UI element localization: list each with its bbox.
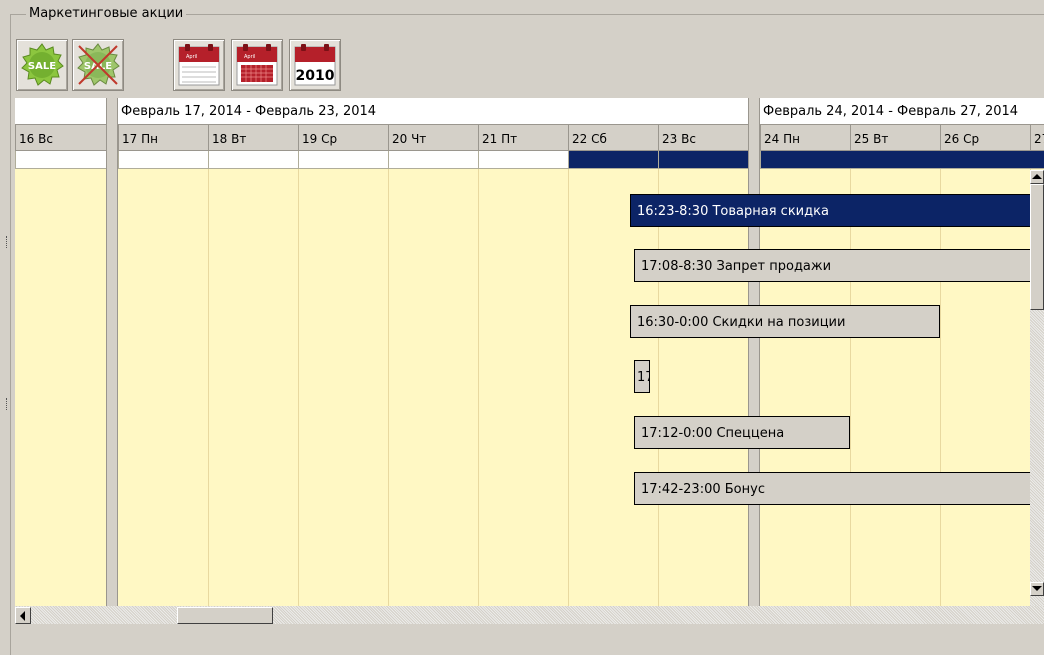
scroll-down-button[interactable] bbox=[1030, 582, 1044, 596]
column-divider bbox=[658, 169, 659, 624]
svg-text:SALE: SALE bbox=[28, 61, 56, 72]
event-item[interactable]: 17:12-0:00 Спеццена bbox=[634, 416, 850, 449]
all-day-cell[interactable] bbox=[118, 151, 208, 169]
all-day-cell[interactable] bbox=[15, 151, 106, 169]
svg-text:April: April bbox=[186, 54, 197, 60]
day-header[interactable]: 16 Вс bbox=[15, 124, 106, 151]
all-day-cell[interactable] bbox=[760, 151, 1044, 169]
day-header[interactable]: 19 Ср bbox=[298, 124, 388, 151]
svg-text:2010: 2010 bbox=[296, 68, 335, 84]
column-divider bbox=[478, 169, 479, 624]
day-header[interactable]: 21 Пт bbox=[478, 124, 568, 151]
week-separator bbox=[106, 98, 118, 624]
day-header[interactable]: 27 Чт bbox=[1030, 124, 1044, 151]
all-day-cell[interactable] bbox=[658, 151, 748, 169]
day-header[interactable]: 24 Пн bbox=[760, 124, 850, 151]
group-title: Маркетинговые акции bbox=[26, 6, 187, 22]
all-day-cell[interactable] bbox=[478, 151, 568, 169]
column-divider bbox=[208, 169, 209, 624]
calendar-day-icon: April bbox=[178, 44, 220, 86]
all-day-cell[interactable] bbox=[298, 151, 388, 169]
svg-text:April: April bbox=[244, 54, 255, 60]
week-header: Февраль 24, 2014 - Февраль 27, 2014 bbox=[760, 98, 1044, 124]
svg-text:SALE: SALE bbox=[84, 61, 112, 72]
column-divider bbox=[298, 169, 299, 624]
day-header[interactable]: 25 Вт bbox=[850, 124, 940, 151]
vertical-scroll-thumb[interactable] bbox=[1030, 184, 1044, 310]
day-view-button[interactable]: April bbox=[173, 39, 225, 91]
scroll-left-button[interactable] bbox=[15, 607, 31, 624]
day-header[interactable]: 26 Ср bbox=[940, 124, 1030, 151]
splitter-grip[interactable] bbox=[6, 236, 9, 248]
calendar-month-icon: April bbox=[236, 44, 278, 86]
sale-cancel-icon: SALE bbox=[77, 43, 120, 86]
month-view-button[interactable]: April bbox=[231, 39, 283, 91]
week-header-prev bbox=[15, 98, 106, 124]
column-divider bbox=[388, 169, 389, 624]
all-day-cell[interactable] bbox=[388, 151, 478, 169]
all-day-cell[interactable] bbox=[208, 151, 298, 169]
arrow-up-icon bbox=[1032, 174, 1042, 179]
event-item[interactable]: 16:23-8:30 Товарная скидка bbox=[630, 194, 1044, 227]
vertical-scrollbar[interactable] bbox=[1030, 170, 1044, 610]
arrow-left-icon bbox=[20, 611, 25, 621]
sale-button[interactable]: SALE bbox=[16, 39, 68, 91]
horizontal-scroll-thumb[interactable] bbox=[177, 607, 273, 624]
column-divider bbox=[940, 169, 941, 624]
year-view-button[interactable]: 2010 bbox=[289, 39, 341, 91]
event-item[interactable]: 17 bbox=[634, 360, 650, 393]
column-divider bbox=[850, 169, 851, 624]
scheduler-view[interactable]: Февраль 17, 2014 - Февраль 23, 2014 Февр… bbox=[15, 98, 1044, 624]
day-header[interactable]: 17 Пн bbox=[118, 124, 208, 151]
day-header[interactable]: 18 Вт bbox=[208, 124, 298, 151]
event-item[interactable]: 16:30-0:00 Скидки на позиции bbox=[630, 305, 940, 338]
column-divider bbox=[568, 169, 569, 624]
event-item[interactable]: 17:08-8:30 Запрет продажи bbox=[634, 249, 1044, 282]
day-header[interactable]: 22 Сб bbox=[568, 124, 658, 151]
event-item[interactable]: 17:42-23:00 Бонус bbox=[634, 472, 1044, 505]
week-separator bbox=[748, 98, 760, 624]
sale-icon: SALE bbox=[21, 43, 64, 86]
calendar-year-icon: 2010 bbox=[294, 44, 336, 86]
scroll-up-button[interactable] bbox=[1030, 170, 1044, 184]
arrow-down-icon bbox=[1032, 586, 1042, 591]
horizontal-scrollbar[interactable] bbox=[15, 606, 1044, 624]
sale-cancel-button[interactable]: SALE bbox=[72, 39, 124, 91]
week-header: Февраль 17, 2014 - Февраль 23, 2014 bbox=[118, 98, 758, 124]
all-day-cell[interactable] bbox=[568, 151, 658, 169]
splitter-grip[interactable] bbox=[6, 398, 9, 410]
day-header[interactable]: 20 Чт bbox=[388, 124, 478, 151]
day-header[interactable]: 23 Вс bbox=[658, 124, 748, 151]
